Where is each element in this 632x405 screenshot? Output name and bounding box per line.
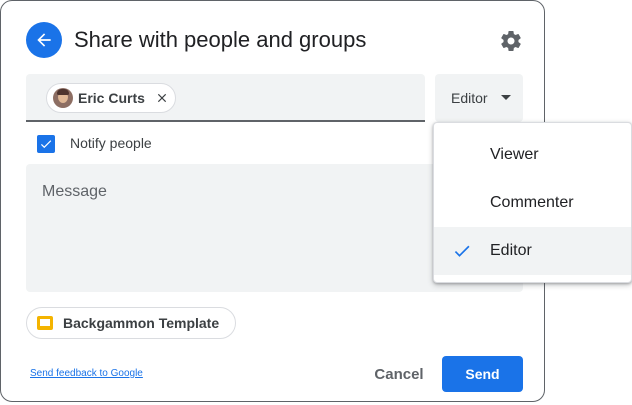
caret-down-icon — [501, 95, 511, 100]
check-icon — [454, 245, 470, 257]
menu-item-label: Editor — [490, 242, 532, 259]
menu-item-editor[interactable]: Editor — [434, 227, 631, 275]
gear-icon — [501, 30, 521, 51]
role-dropdown-button[interactable]: Editor — [435, 74, 523, 122]
cancel-button[interactable]: Cancel — [361, 356, 437, 392]
settings-button[interactable] — [499, 29, 523, 53]
role-selected-label: Editor — [451, 90, 488, 106]
remove-recipient-button[interactable] — [155, 91, 169, 105]
menu-item-label: Commenter — [490, 194, 574, 211]
back-button[interactable] — [26, 22, 62, 58]
recipient-chip[interactable]: Eric Curts — [46, 83, 176, 113]
slides-icon — [37, 316, 53, 330]
notify-label: Notify people — [70, 135, 152, 151]
dialog-title: Share with people and groups — [74, 27, 367, 52]
recipients-field[interactable]: Eric Curts — [26, 74, 425, 122]
notify-checkbox[interactable] — [37, 135, 55, 153]
menu-item-label: Viewer — [490, 146, 539, 163]
recipient-name: Eric Curts — [78, 90, 145, 106]
send-button[interactable]: Send — [442, 356, 523, 392]
avatar — [53, 88, 73, 108]
menu-item-commenter[interactable]: Commenter — [434, 179, 631, 227]
feedback-link[interactable]: Send feedback to Google — [30, 368, 143, 379]
attachment-name: Backgammon Template — [63, 315, 220, 331]
checkmark-icon — [40, 140, 52, 149]
close-icon — [157, 93, 167, 103]
role-menu: Viewer Commenter Editor — [433, 122, 632, 283]
message-placeholder: Message — [42, 183, 107, 200]
menu-item-viewer[interactable]: Viewer — [434, 131, 631, 179]
arrow-back-icon — [37, 33, 51, 47]
attachment-chip[interactable]: Backgammon Template — [26, 307, 237, 339]
